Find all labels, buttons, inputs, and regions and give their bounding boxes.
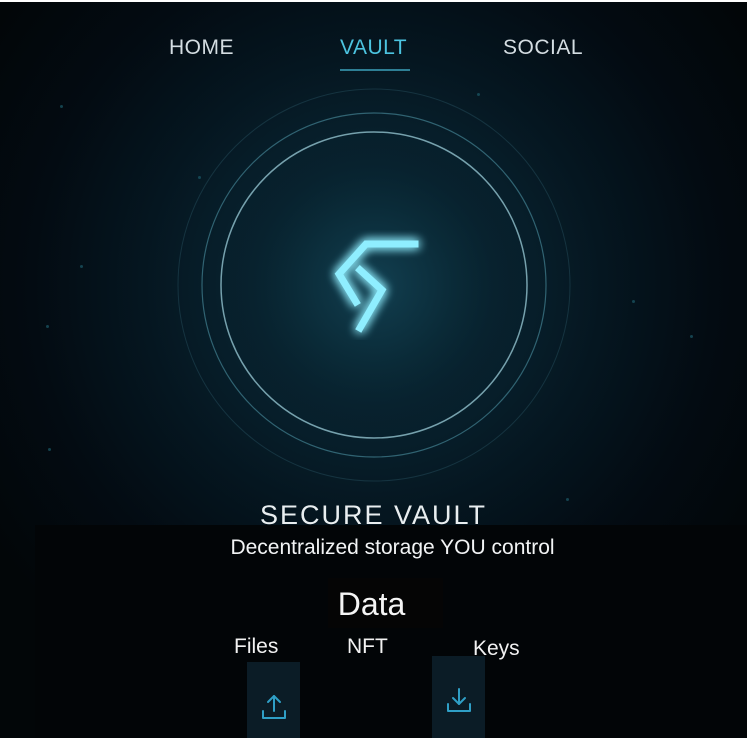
vault-screen: HOME VAULT SOCIAL SECURE VAULT Decentral… [0,0,747,751]
page-subtitle: Decentralized storage YOU control [230,536,555,559]
upload-icon [261,694,286,719]
tab-nft[interactable]: NFT [347,635,388,659]
download-button[interactable] [432,656,485,744]
download-icon [446,688,471,712]
data-heading: Data [337,586,406,622]
vault-logo-icon [320,230,430,340]
bottom-border [0,738,747,751]
tab-files[interactable]: Files [234,635,278,659]
